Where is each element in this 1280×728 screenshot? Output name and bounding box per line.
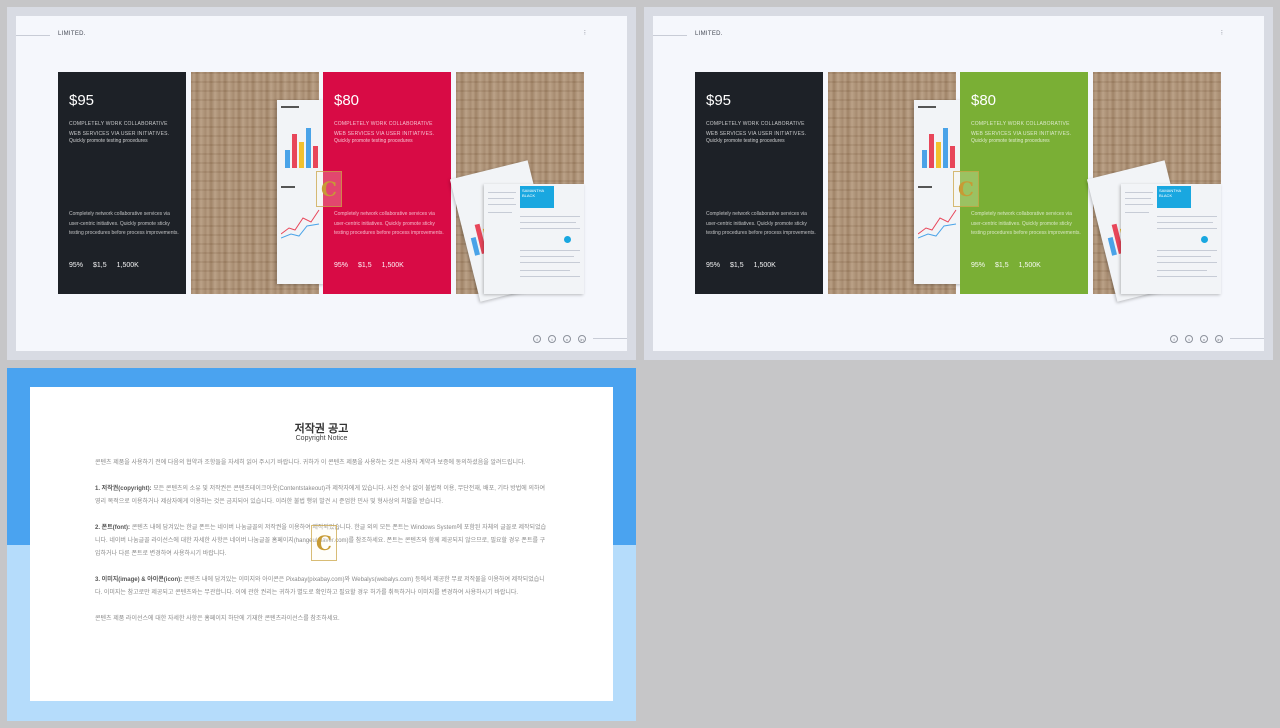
divider [16, 35, 50, 36]
photo-card-chart [828, 72, 962, 294]
section-heading: 2. 폰트(font): [95, 525, 131, 531]
stats-row: 95% $1,5 1,500K [334, 262, 404, 269]
price-value: $95 [69, 92, 95, 109]
stats-row: 95% $1,5 1,500K [971, 262, 1041, 269]
divider [653, 35, 687, 36]
brand-label: LIMITED. [58, 31, 86, 37]
facebook-icon[interactable]: f [1170, 335, 1178, 343]
linkedin-icon[interactable]: in [578, 335, 586, 343]
stat-amount: $1,5 [93, 262, 107, 269]
stats-row: 95% $1,5 1,500K [706, 262, 776, 269]
more-icon: ⁝ [583, 30, 586, 37]
price-value: $95 [706, 92, 732, 109]
stat-percent: 95% [706, 262, 721, 269]
price-subtitle: COMPLETELY WORK COLLABORATIVE WEB SERVIC… [706, 121, 807, 137]
resume-paper-image: SAMANTHA BLACK [484, 184, 584, 294]
price-tagline: Quickly promote testing procedures [69, 138, 148, 144]
notice-section-image: 3. 이미지(image) & 아이콘(icon): 콘텐츠 내에 담겨있는 이… [95, 574, 550, 600]
section-heading: 3. 이미지(image) & 아이콘(icon): [95, 577, 183, 583]
watermark-logo-icon: C [316, 171, 342, 207]
price-card-accent: $80 COMPLETELY WORK COLLABORATIVE WEB SE… [323, 72, 451, 294]
stat-count: 1,500K [116, 262, 139, 269]
price-value: $80 [334, 92, 360, 109]
price-tagline: Quickly promote testing procedures [706, 138, 785, 144]
price-card-dark: $95 COMPLETELY WORK COLLABORATIVE WEB SE… [58, 72, 186, 294]
resume-header: SAMANTHA BLACK [1157, 186, 1191, 208]
divider [1230, 338, 1264, 339]
stat-amount: $1,5 [730, 262, 744, 269]
notice-title: 저작권 공고 [294, 423, 349, 435]
slide-thumbnail-1[interactable]: LIMITED. ⁝ $95 COMPLETELY WORK COLLABORA… [7, 7, 636, 360]
resume-header: SAMANTHA BLACK [520, 186, 554, 208]
linkedin-icon[interactable]: in [1215, 335, 1223, 343]
copyright-panel: 저작권 공고 Copyright Notice 콘텐츠 제품을 사용하기 전에 … [30, 387, 613, 701]
notice-subtitle: Copyright Notice [295, 435, 348, 442]
watermark-logo-icon: C [311, 525, 337, 561]
watermark-logo-icon: C [953, 171, 979, 207]
stats-row: 95% $1,5 1,500K [69, 262, 139, 269]
divider [593, 338, 627, 339]
stat-percent: 95% [334, 262, 349, 269]
stat-count: 1,500K [1018, 262, 1041, 269]
social-icons: f t v in [1170, 335, 1223, 343]
stat-count: 1,500K [753, 262, 776, 269]
stat-percent: 95% [971, 262, 986, 269]
price-subtitle: COMPLETELY WORK COLLABORATIVE WEB SERVIC… [971, 121, 1072, 137]
price-description: Completely network collaborative service… [334, 211, 444, 236]
price-description: Completely network collaborative service… [69, 211, 179, 236]
stat-percent: 95% [69, 262, 84, 269]
stat-count: 1,500K [381, 262, 404, 269]
brand-label: LIMITED. [695, 31, 723, 37]
price-description: Completely network collaborative service… [706, 211, 816, 236]
photo-card-resume: SAMANTHA BLACK [449, 72, 584, 302]
section-heading: 1. 저작권(copyright): [95, 486, 152, 492]
more-icon: ⁝ [1220, 30, 1223, 37]
pricing-slide: LIMITED. ⁝ $95 COMPLETELY WORK COLLABORA… [16, 16, 627, 351]
facebook-icon[interactable]: f [533, 335, 541, 343]
price-card-accent: $80 COMPLETELY WORK COLLABORATIVE WEB SE… [960, 72, 1088, 294]
price-card-dark: $95 COMPLETELY WORK COLLABORATIVE WEB SE… [695, 72, 823, 294]
price-description: Completely network collaborative service… [971, 211, 1081, 236]
section-text: 모든 콘텐츠의 소유 및 저작권은 콘텐츠테이크아웃(Contentstakeo… [95, 486, 546, 505]
pricing-slide: LIMITED. ⁝ $95 COMPLETELY WORK COLLABORA… [653, 16, 1264, 351]
slide-thumbnail-3[interactable]: 저작권 공고 Copyright Notice 콘텐츠 제품을 사용하기 전에 … [7, 368, 636, 721]
notice-section-copyright: 1. 저작권(copyright): 모든 콘텐츠의 소유 및 저작권은 콘텐츠… [95, 483, 550, 509]
notice-outro: 콘텐츠 제품 라이선스에 대한 자세한 사항은 홈페이지 하단에 기재한 콘텐츠… [95, 616, 340, 622]
stat-amount: $1,5 [995, 262, 1009, 269]
price-subtitle: COMPLETELY WORK COLLABORATIVE WEB SERVIC… [334, 121, 435, 137]
twitter-icon[interactable]: t [1185, 335, 1193, 343]
social-icons: f t v in [533, 335, 586, 343]
price-subtitle: COMPLETELY WORK COLLABORATIVE WEB SERVIC… [69, 121, 170, 137]
twitter-icon[interactable]: t [548, 335, 556, 343]
stat-amount: $1,5 [358, 262, 372, 269]
price-tagline: Quickly promote testing procedures [971, 138, 1050, 144]
price-value: $80 [971, 92, 997, 109]
resume-paper-image: SAMANTHA BLACK [1121, 184, 1221, 294]
notice-intro: 콘텐츠 제품을 사용하기 전에 다음의 협약과 조항들을 자세히 읽어 주시기 … [95, 460, 526, 466]
photo-card-resume: SAMANTHA BLACK [1086, 72, 1221, 302]
price-tagline: Quickly promote testing procedures [334, 138, 413, 144]
photo-card-chart [191, 72, 325, 294]
vimeo-icon[interactable]: v [563, 335, 571, 343]
vimeo-icon[interactable]: v [1200, 335, 1208, 343]
slide-thumbnail-2[interactable]: LIMITED. ⁝ $95 COMPLETELY WORK COLLABORA… [644, 7, 1273, 360]
